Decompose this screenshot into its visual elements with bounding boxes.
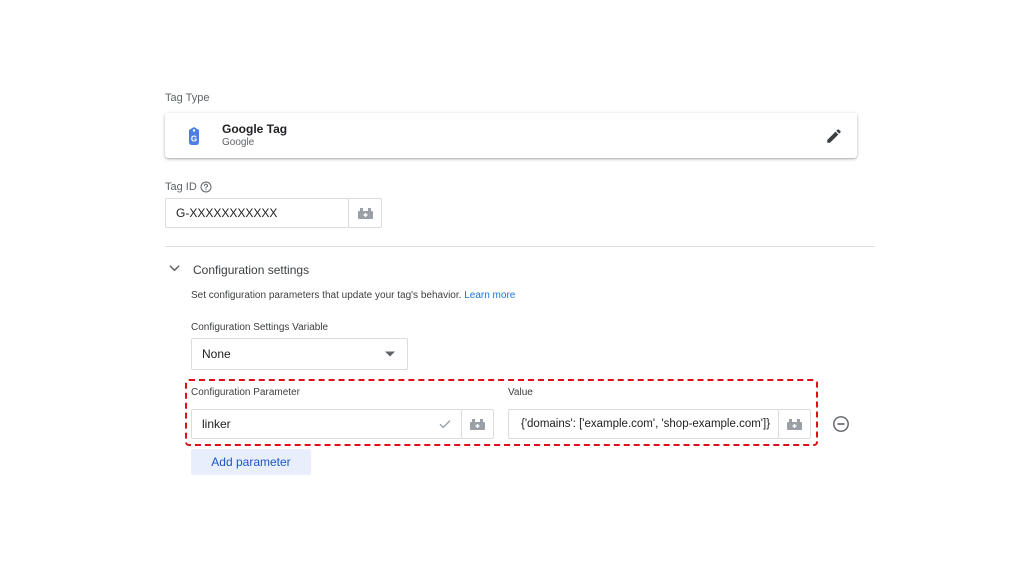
check-icon bbox=[439, 420, 451, 429]
settings-variable-select[interactable]: None bbox=[191, 338, 408, 370]
value-label: Value bbox=[508, 387, 533, 398]
config-parameter-label: Configuration Parameter bbox=[191, 387, 300, 398]
tag-id-input[interactable]: G-XXXXXXXXXXX bbox=[165, 198, 349, 228]
tag-type-name: Google Tag bbox=[222, 122, 288, 136]
config-value-variable-button[interactable] bbox=[778, 409, 811, 439]
add-parameter-button[interactable]: Add parameter bbox=[191, 449, 311, 475]
remove-circle-icon[interactable] bbox=[832, 415, 850, 433]
config-parameter-value: linker bbox=[202, 417, 231, 431]
variable-picker-icon bbox=[470, 418, 485, 430]
variable-picker-icon bbox=[787, 418, 802, 430]
config-value-input[interactable]: {'domains': ['example.com', 'shop-exampl… bbox=[508, 409, 779, 439]
help-icon[interactable] bbox=[200, 181, 212, 193]
variable-picker-icon bbox=[357, 207, 373, 219]
section-divider bbox=[165, 246, 875, 247]
learn-more-link[interactable]: Learn more bbox=[464, 290, 515, 301]
tag-type-card[interactable]: G Google Tag Google bbox=[165, 113, 857, 158]
google-tag-icon: G bbox=[189, 127, 199, 145]
tag-id-variable-button[interactable] bbox=[348, 198, 382, 228]
config-parameter-variable-button[interactable] bbox=[461, 409, 494, 439]
chevron-down-icon[interactable] bbox=[169, 264, 180, 272]
dropdown-arrow-icon bbox=[385, 351, 395, 357]
tag-type-label: Tag Type bbox=[165, 92, 210, 104]
tag-type-vendor: Google bbox=[222, 137, 255, 148]
config-description-row: Set configuration parameters that update… bbox=[191, 290, 515, 301]
svg-text:G: G bbox=[191, 135, 197, 144]
settings-variable-label: Configuration Settings Variable bbox=[191, 322, 329, 333]
pencil-icon[interactable] bbox=[825, 127, 843, 145]
config-description: Set configuration parameters that update… bbox=[191, 290, 462, 301]
config-section-title[interactable]: Configuration settings bbox=[193, 263, 309, 277]
config-parameter-input[interactable]: linker bbox=[191, 409, 462, 439]
tag-id-label: Tag ID bbox=[165, 181, 197, 193]
settings-variable-value: None bbox=[202, 347, 231, 361]
